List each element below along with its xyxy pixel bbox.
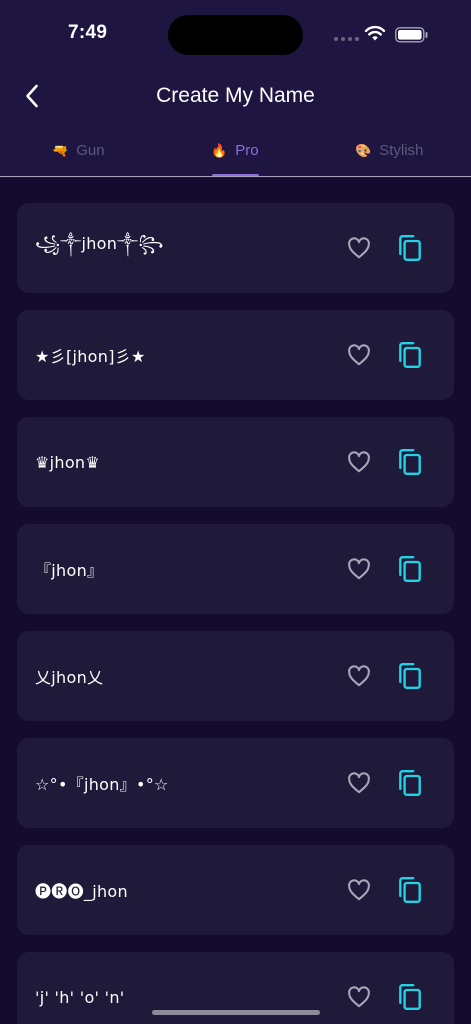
name-text: 『jhon』 <box>35 561 104 580</box>
heart-icon[interactable] <box>346 556 372 582</box>
status-bar: 7:49 <box>0 0 471 60</box>
heart-icon[interactable] <box>346 984 372 1010</box>
list-item: 『jhon』 <box>17 524 454 614</box>
heart-icon[interactable] <box>346 663 372 689</box>
list-item: ☆°•『jhon』•°☆ <box>17 738 454 828</box>
list-item: ♛jhon♛ <box>17 417 454 507</box>
name-text: ♛jhon♛ <box>35 452 101 472</box>
name-text: ★彡[jhon]彡★ <box>35 347 146 366</box>
fire-icon: 🔥 <box>211 142 228 158</box>
name-text: ꧁༒jhon༒꧂ <box>35 233 164 253</box>
list-item: ★彡[jhon]彡★ <box>17 310 454 400</box>
tab-pro[interactable]: 🔥 Pro <box>211 142 259 159</box>
tab-stylish[interactable]: 🎨 Stylish <box>355 142 423 159</box>
battery-icon <box>395 27 428 43</box>
home-indicator[interactable] <box>152 1010 320 1015</box>
name-text: ☆°•『jhon』•°☆ <box>35 775 169 794</box>
cellular-signal-icon <box>334 37 359 41</box>
copy-icon[interactable] <box>397 234 423 262</box>
copy-icon[interactable] <box>397 769 423 797</box>
tab-pro-label: Pro <box>235 142 259 159</box>
copy-icon[interactable] <box>397 876 423 904</box>
dynamic-island <box>168 15 303 55</box>
wifi-icon <box>364 25 386 41</box>
tab-stylish-label: Stylish <box>379 142 424 159</box>
copy-icon[interactable] <box>397 662 423 690</box>
top-bar: 7:49 Create My Name 🔫 Gun 🔥 Pro 🎨 Stylis… <box>0 0 471 178</box>
list-item: 🅟🅡🅞_jhon <box>17 845 454 935</box>
page-title: Create My Name <box>156 84 315 107</box>
heart-icon[interactable] <box>346 449 372 475</box>
name-text: 'j' 'h' 'o' 'n' <box>35 987 125 1007</box>
heart-icon[interactable] <box>346 235 372 261</box>
name-list: ꧁༒jhon༒꧂ ★彡[jhon]彡★ ♛jhon♛ 『jhon』 乂jhon乂… <box>17 203 454 1024</box>
list-item: ꧁༒jhon༒꧂ <box>17 203 454 293</box>
copy-icon[interactable] <box>397 448 423 476</box>
heart-icon[interactable] <box>346 770 372 796</box>
tab-gun[interactable]: 🔫 Gun <box>52 142 105 159</box>
tabs-divider <box>0 176 471 177</box>
copy-icon[interactable] <box>397 983 423 1011</box>
gun-icon: 🔫 <box>52 142 69 158</box>
heart-icon[interactable] <box>346 877 372 903</box>
palette-icon: 🎨 <box>355 142 372 158</box>
tab-gun-label: Gun <box>76 142 105 159</box>
name-text: 乂jhon乂 <box>35 668 104 687</box>
copy-icon[interactable] <box>397 555 423 583</box>
list-item: 乂jhon乂 <box>17 631 454 721</box>
navigation-bar: Create My Name <box>0 72 471 122</box>
status-time: 7:49 <box>68 22 108 43</box>
heart-icon[interactable] <box>346 342 372 368</box>
tab-bar: 🔫 Gun 🔥 Pro 🎨 Stylish <box>0 138 471 178</box>
name-text: 🅟🅡🅞_jhon <box>35 882 128 901</box>
copy-icon[interactable] <box>397 341 423 369</box>
